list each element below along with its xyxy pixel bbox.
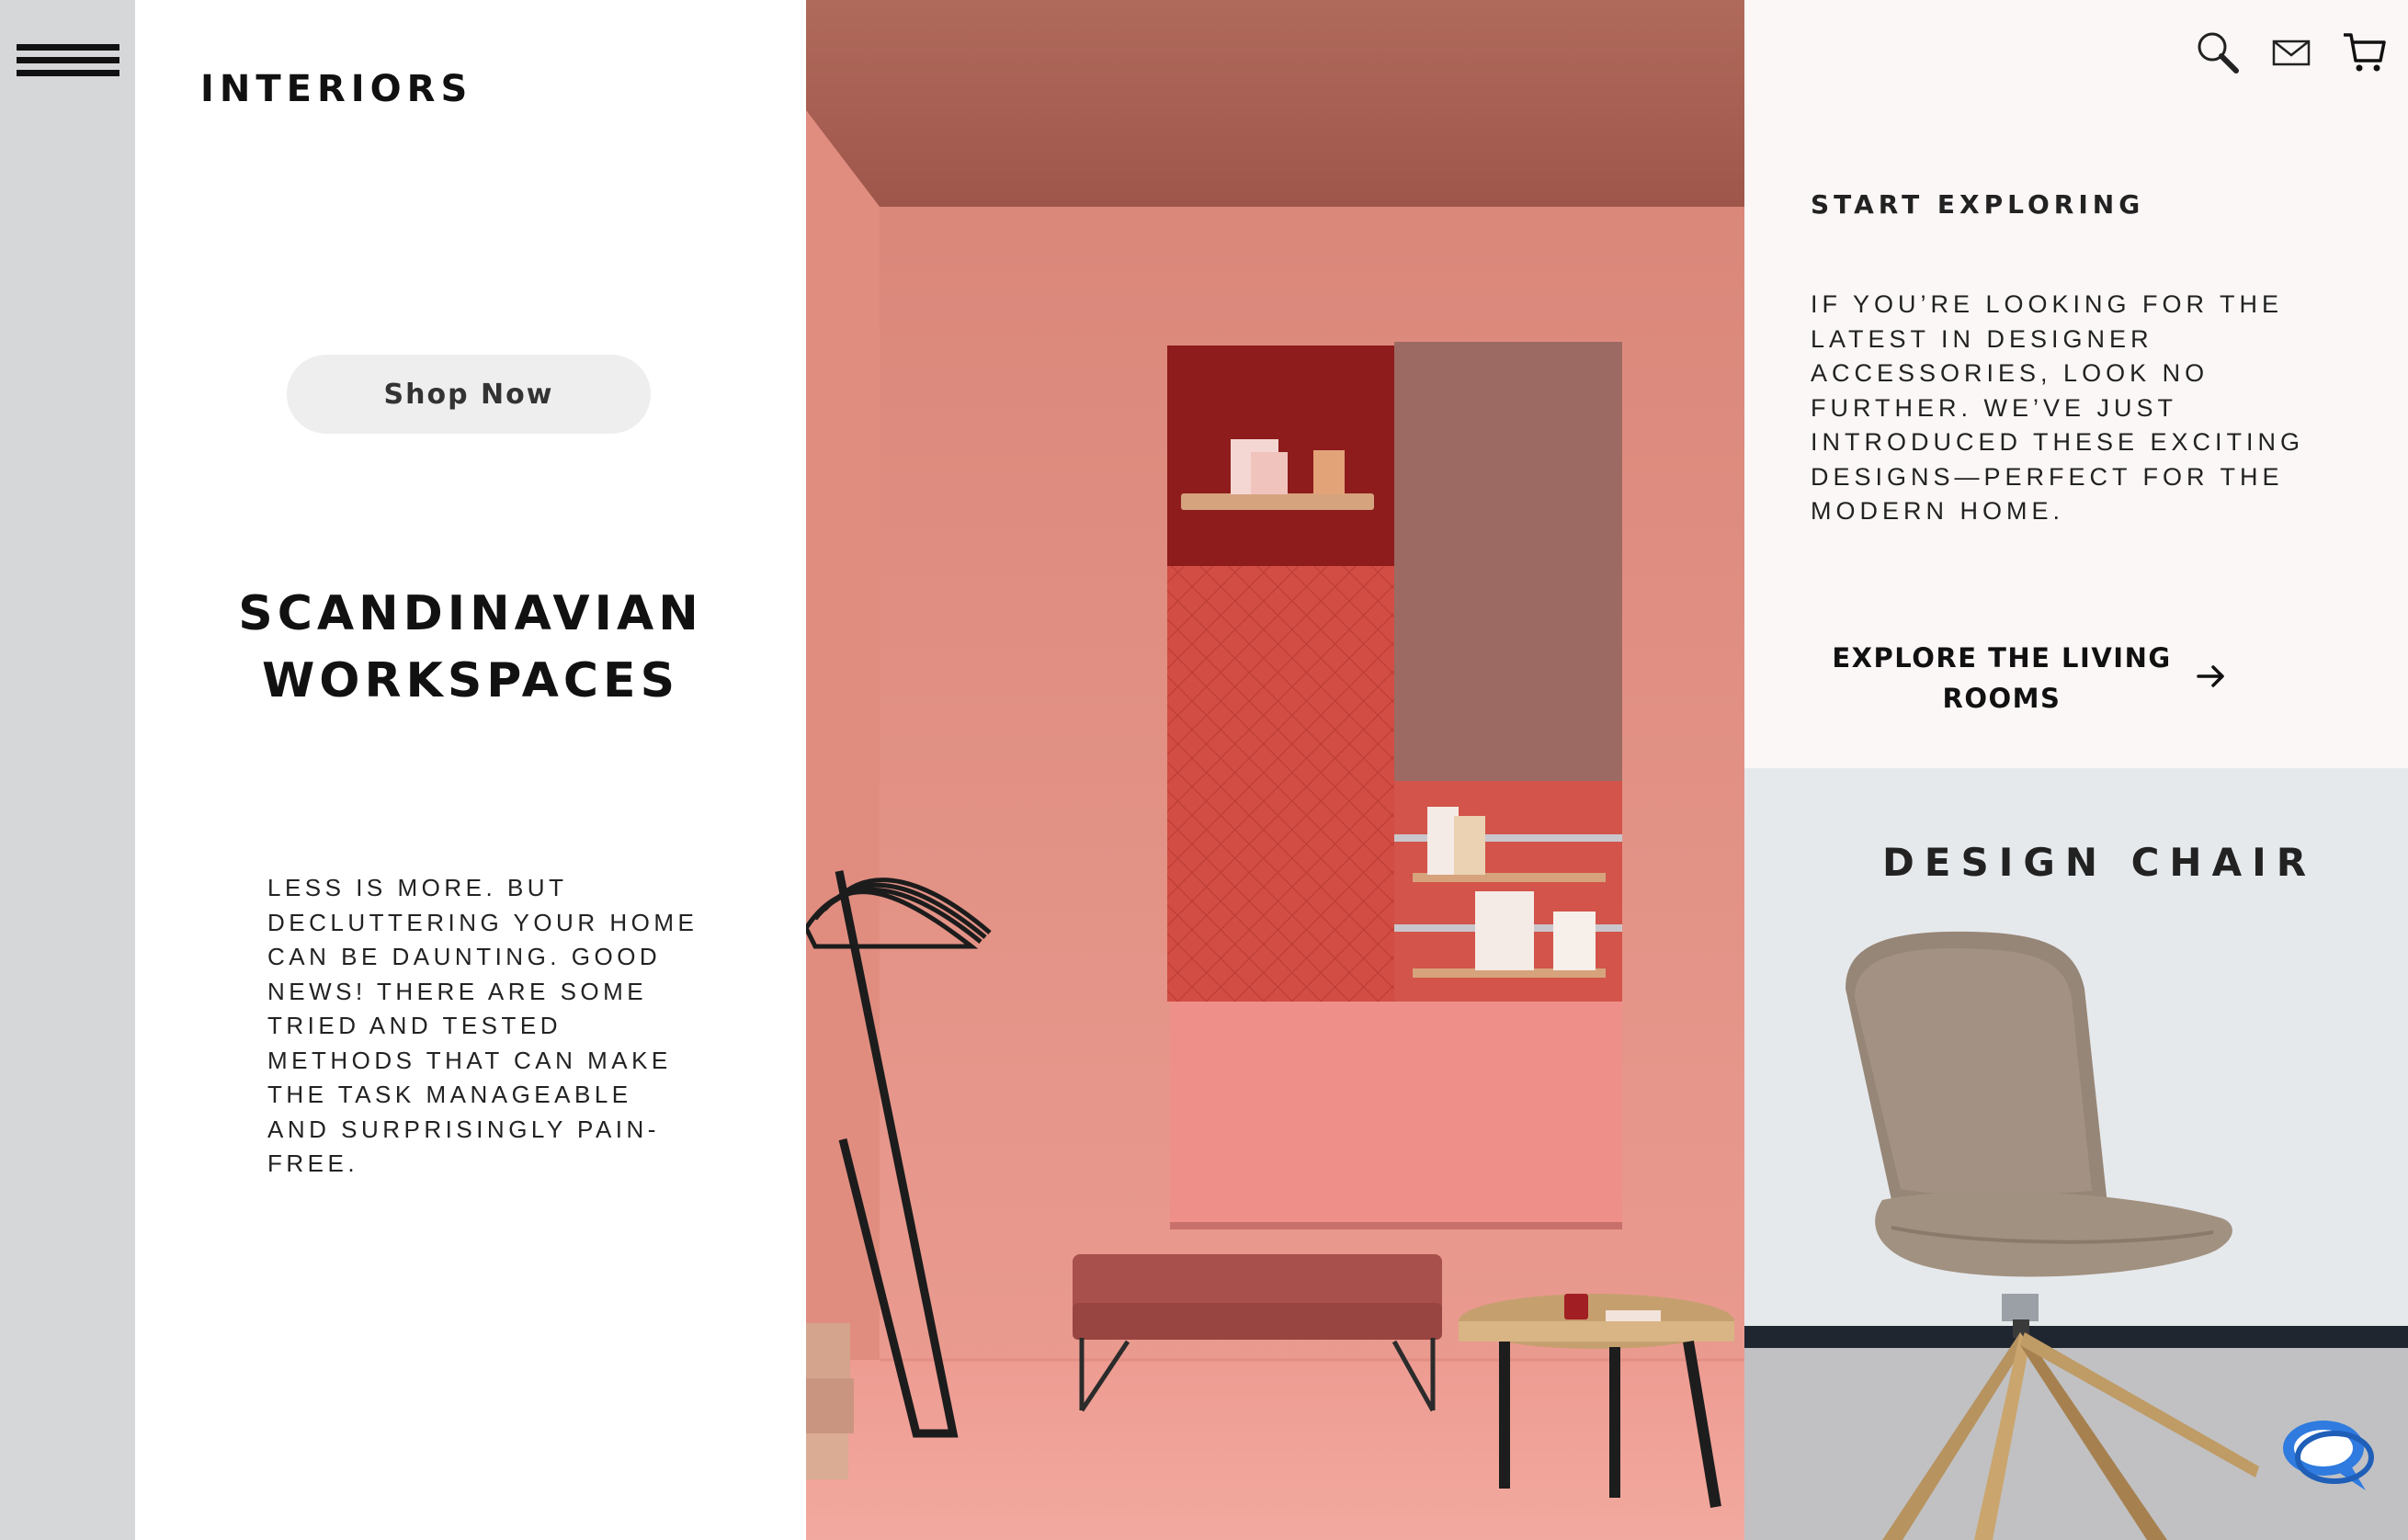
hero-image: [806, 0, 1744, 1540]
brand-logo[interactable]: INTERIORS: [200, 68, 472, 110]
cart-icon[interactable]: [2342, 29, 2388, 75]
search-icon[interactable]: [2195, 29, 2241, 75]
pink-room-illustration: [806, 0, 1744, 1540]
menu-icon[interactable]: [17, 44, 119, 77]
cta-line-2: ROOMS: [1942, 683, 2062, 714]
explore-living-rooms-link[interactable]: EXPLORE THE LIVING ROOMS: [1827, 638, 2176, 719]
explore-title: START EXPLORING: [1811, 189, 2145, 220]
headline-line-1: SCANDINAVIAN: [238, 586, 703, 641]
page-headline: SCANDINAVIAN WORKSPACES: [135, 581, 806, 715]
shop-now-button[interactable]: Shop Now: [287, 355, 651, 434]
explore-text: IF YOU’RE LOOKING FOR THE LATEST IN DESI…: [1811, 290, 2305, 525]
chat-icon[interactable]: [2277, 1415, 2379, 1498]
header-icons: [2195, 29, 2388, 75]
explore-panel: START EXPLORING IF YOU’RE LOOKING FOR TH…: [1744, 0, 2408, 768]
cta-line-1: EXPLORE THE LIVING: [1832, 642, 2172, 674]
arrow-right-icon[interactable]: [2195, 660, 2228, 693]
intro-text: LESS IS MORE. BUT DECLUTTERING YOUR HOME…: [267, 874, 699, 1177]
intro-panel: INTERIORS Shop Now SCANDINAVIAN WORKSPAC…: [135, 0, 806, 1540]
mail-icon[interactable]: [2268, 29, 2314, 75]
side-rail: [0, 0, 135, 1540]
headline-line-2: WORKSPACES: [261, 653, 680, 708]
